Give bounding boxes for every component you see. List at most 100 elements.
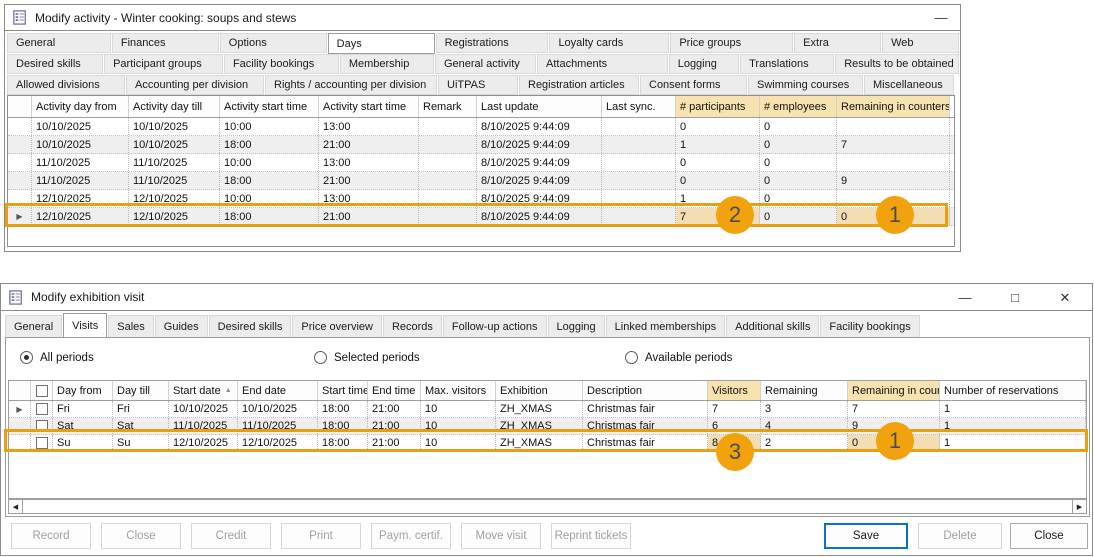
column-header-start-time[interactable]: Start time xyxy=(318,381,368,400)
tab-membership[interactable]: Membership xyxy=(340,54,434,74)
column-header-max-visitors[interactable]: Max. visitors xyxy=(421,381,496,400)
delete-button[interactable]: Delete xyxy=(918,523,1002,549)
column-header-end-time[interactable]: End time xyxy=(368,381,421,400)
table-row[interactable]: SuSu12/10/202512/10/202518:0021:0010ZH_X… xyxy=(9,435,1086,452)
paym-certif-button[interactable]: Paym. certif. xyxy=(371,523,451,549)
tab-price-groups[interactable]: Price groups xyxy=(670,33,793,53)
column-header-activity-start-time[interactable]: Activity start time xyxy=(319,96,419,117)
tab-follow-up-actions[interactable]: Follow-up actions xyxy=(443,315,547,337)
tab-additional-skills[interactable]: Additional skills xyxy=(726,315,819,337)
move-visit-button[interactable]: Move visit xyxy=(461,523,541,549)
cell-number-of-reservations: 1 xyxy=(940,401,1086,417)
checkbox-icon xyxy=(36,437,48,449)
tab-general[interactable]: General xyxy=(7,33,111,53)
tab-price-overview[interactable]: Price overview xyxy=(292,315,382,337)
column-header-participants[interactable]: # participants xyxy=(676,96,760,117)
tab-options[interactable]: Options xyxy=(220,33,327,53)
column-header-remaining[interactable]: Remaining xyxy=(761,381,848,400)
tab-desired-skills[interactable]: Desired skills xyxy=(7,54,103,74)
table-row[interactable]: 11/10/202511/10/202510:0013:008/10/2025 … xyxy=(8,154,954,172)
tab-logging[interactable]: Logging xyxy=(669,54,739,74)
column-header-activity-start-time[interactable]: Activity start time xyxy=(220,96,319,117)
table-row[interactable]: 10/10/202510/10/202518:0021:008/10/2025 … xyxy=(8,136,954,154)
tab-rights-accounting-per-division[interactable]: Rights / accounting per division xyxy=(265,75,437,95)
tab-results-to-be-obtained[interactable]: Results to be obtained xyxy=(835,54,959,74)
table-row[interactable]: 12/10/202512/10/202510:0013:008/10/2025 … xyxy=(8,190,954,208)
tab-web[interactable]: Web xyxy=(882,33,959,53)
tab-extra[interactable]: Extra xyxy=(794,33,881,53)
select-all-checkbox[interactable] xyxy=(31,381,53,400)
column-header-last-update[interactable]: Last update xyxy=(477,96,602,117)
tab-days[interactable]: Days xyxy=(328,33,435,54)
tab-logging[interactable]: Logging xyxy=(548,315,605,337)
scroll-left-icon[interactable]: ◀ xyxy=(9,500,22,513)
tab-swimming-courses[interactable]: Swimming courses xyxy=(748,75,863,95)
table-row[interactable]: ▶12/10/202512/10/202518:0021:008/10/2025… xyxy=(8,208,954,226)
tab-general-activity[interactable]: General activity xyxy=(435,54,536,74)
column-header-activity-day-from[interactable]: Activity day from xyxy=(32,96,129,117)
tab-sales[interactable]: Sales xyxy=(108,315,154,337)
tab-facility-bookings[interactable]: Facility bookings xyxy=(820,315,919,337)
tab-uitpas[interactable]: UiTPAS xyxy=(438,75,518,95)
credit-button[interactable]: Credit xyxy=(191,523,271,549)
tab-registration-articles[interactable]: Registration articles xyxy=(519,75,639,95)
column-header-visitors[interactable]: Visitors xyxy=(708,381,761,400)
tab-guides[interactable]: Guides xyxy=(155,315,208,337)
tab-participant-groups[interactable]: Participant groups xyxy=(104,54,223,74)
scrollbar-thumb[interactable] xyxy=(23,500,1072,513)
minimize-button[interactable]: — xyxy=(932,11,950,24)
tab-general[interactable]: General xyxy=(5,315,62,337)
tab-accounting-per-division[interactable]: Accounting per division xyxy=(126,75,264,95)
print-button[interactable]: Print xyxy=(281,523,361,549)
column-header-remaining-in-counters[interactable]: Remaining in counters xyxy=(837,96,950,117)
tab-attachments[interactable]: Attachments xyxy=(537,54,668,74)
row-selector-cell xyxy=(8,190,32,207)
maximize-button[interactable]: □ xyxy=(1006,291,1024,304)
column-header-day-from[interactable]: Day from xyxy=(53,381,113,400)
row-checkbox[interactable] xyxy=(31,401,53,417)
minimize-button[interactable]: — xyxy=(956,291,974,304)
record-button[interactable]: Record xyxy=(11,523,91,549)
tab-finances[interactable]: Finances xyxy=(112,33,219,53)
column-header-end-date[interactable]: End date xyxy=(238,381,318,400)
column-header-description[interactable]: Description xyxy=(583,381,708,400)
cell-end-date: 11/10/2025 xyxy=(238,418,318,434)
table-row[interactable]: ▶FriFri10/10/202510/10/202518:0021:0010Z… xyxy=(9,401,1086,418)
tab-desired-skills[interactable]: Desired skills xyxy=(209,315,292,337)
column-header-number-of-reservations[interactable]: Number of reservations xyxy=(940,381,1086,400)
tab-miscellaneous[interactable]: Miscellaneous xyxy=(864,75,954,95)
close-button[interactable]: Close xyxy=(101,523,181,549)
tab-records[interactable]: Records xyxy=(383,315,442,337)
tab-loyalty-cards[interactable]: Loyalty cards xyxy=(549,33,669,53)
column-header-remark[interactable]: Remark xyxy=(419,96,477,117)
tab-visits[interactable]: Visits xyxy=(63,313,107,337)
horizontal-scrollbar[interactable]: ◀ ▶ xyxy=(8,499,1087,514)
table-row[interactable]: 10/10/202510/10/202510:0013:008/10/2025 … xyxy=(8,118,954,136)
scroll-right-icon[interactable]: ▶ xyxy=(1073,500,1086,513)
tab-consent-forms[interactable]: Consent forms xyxy=(640,75,747,95)
row-checkbox[interactable] xyxy=(31,435,53,451)
table-row[interactable]: 11/10/202511/10/202518:0021:008/10/2025 … xyxy=(8,172,954,190)
close-button[interactable]: ✕ xyxy=(1056,291,1074,304)
save-button[interactable]: Save xyxy=(824,523,908,549)
column-header-last-sync[interactable]: Last sync. xyxy=(602,96,676,117)
column-header-remaining-in-counters[interactable]: Remaining in counters xyxy=(848,381,940,400)
tab-allowed-divisions[interactable]: Allowed divisions xyxy=(7,75,125,95)
tab-linked-memberships[interactable]: Linked memberships xyxy=(606,315,726,337)
tab-facility-bookings[interactable]: Facility bookings xyxy=(224,54,339,74)
tab-translations[interactable]: Translations xyxy=(740,54,834,74)
close-button[interactable]: Close xyxy=(1010,523,1088,549)
row-checkbox[interactable] xyxy=(31,418,53,434)
tab-registrations[interactable]: Registrations xyxy=(436,33,549,53)
radio-available-periods[interactable]: Available periods xyxy=(625,351,732,364)
column-header-activity-day-till[interactable]: Activity day till xyxy=(129,96,220,117)
radio-selected-periods[interactable]: Selected periods xyxy=(314,351,420,364)
table-row[interactable]: SatSat11/10/202511/10/202518:0021:0010ZH… xyxy=(9,418,1086,435)
column-header-exhibition[interactable]: Exhibition xyxy=(496,381,583,400)
cell-activity-day-till: 11/10/2025 xyxy=(129,154,220,171)
column-header-employees[interactable]: # employees xyxy=(760,96,837,117)
column-header-start-date[interactable]: Start date▲ xyxy=(169,381,238,400)
column-header-day-till[interactable]: Day till xyxy=(113,381,169,400)
reprint-tickets-button[interactable]: Reprint tickets xyxy=(551,523,631,549)
radio-all-periods[interactable]: All periods xyxy=(20,351,94,364)
